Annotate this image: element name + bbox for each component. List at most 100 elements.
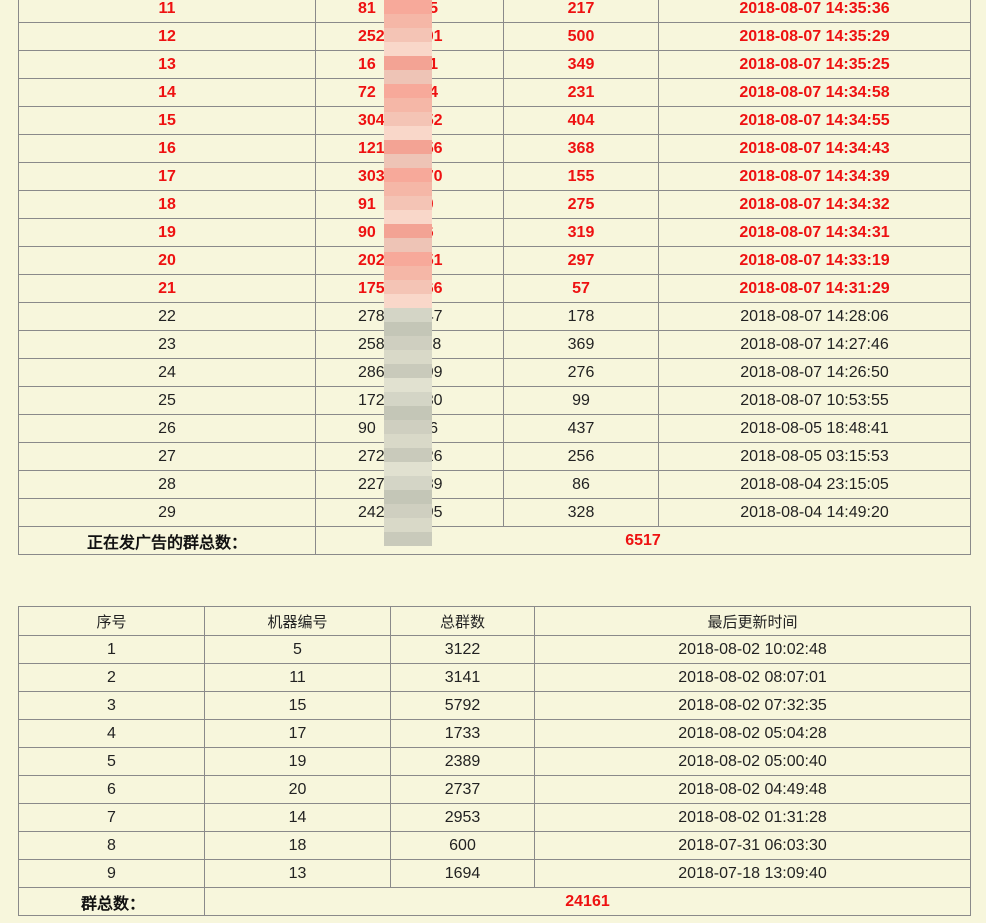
account-id: 172 930 (315, 386, 504, 415)
table-row: 9 13 1694 2018-07-18 13:09:40 (18, 859, 971, 888)
account-id: 91 10 (315, 190, 504, 219)
table-row: 2 11 3141 2018-08-02 08:07:01 (18, 663, 971, 692)
row-number: 13 (18, 50, 316, 79)
last-update-time: 2018-08-02 01:31:28 (534, 803, 971, 832)
last-update-time: 2018-08-02 10:02:48 (534, 635, 971, 664)
row-number: 14 (18, 78, 316, 107)
update-time: 2018-08-04 23:15:05 (658, 470, 971, 499)
machines-total-row: 群总数： 24161 (18, 887, 971, 916)
update-time: 2018-08-07 14:34:58 (658, 78, 971, 107)
table-row: 25 172 930 99 2018-08-07 10:53:55 (18, 386, 971, 415)
account-id: 121 356 (315, 134, 504, 163)
row-number: 5 (18, 747, 205, 776)
group-count: 297 (503, 246, 659, 275)
row-number: 26 (18, 414, 316, 443)
account-id: 227 489 (315, 470, 504, 499)
table-row: 22 278 047 178 2018-08-07 14:28:06 (18, 302, 971, 331)
row-number: 20 (18, 246, 316, 275)
account-id: 258 118 (315, 330, 504, 359)
table-row: 18 91 10 275 2018-08-07 14:34:32 (18, 190, 971, 219)
header-machine-id[interactable]: 机器编号 (204, 606, 391, 636)
row-number: 24 (18, 358, 316, 387)
update-time: 2018-08-07 14:35:29 (658, 22, 971, 51)
machine-id: 11 (204, 663, 391, 692)
update-time: 2018-08-07 14:34:55 (658, 106, 971, 135)
group-count: 328 (503, 498, 659, 527)
update-time: 2018-08-05 18:48:41 (658, 414, 971, 443)
ad-groups-total-label: 正在发广告的群总数： (18, 526, 316, 555)
machine-id: 17 (204, 719, 391, 748)
account-id: 286 399 (315, 358, 504, 387)
row-number: 29 (18, 498, 316, 527)
last-update-time: 2018-08-02 07:32:35 (534, 691, 971, 720)
row-number: 16 (18, 134, 316, 163)
group-count: 276 (503, 358, 659, 387)
table-row: 4 17 1733 2018-08-02 05:04:28 (18, 719, 971, 748)
group-count: 275 (503, 190, 659, 219)
group-count: 404 (503, 106, 659, 135)
group-count: 500 (503, 22, 659, 51)
last-update-time: 2018-08-02 05:04:28 (534, 719, 971, 748)
page: 11 81 495 217 2018-08-07 14:35:36 12 252 591 5… (0, 0, 986, 923)
group-count: 2389 (390, 747, 535, 776)
machine-id: 20 (204, 775, 391, 804)
group-count: 57 (503, 274, 659, 303)
table-row: 20 202 551 297 2018-08-07 14:33:19 (18, 246, 971, 275)
row-number: 1 (18, 635, 205, 664)
table-row: 28 227 489 86 2018-08-04 23:15:05 (18, 470, 971, 499)
update-time: 2018-08-07 14:28:06 (658, 302, 971, 331)
group-count: 3141 (390, 663, 535, 692)
group-count: 3122 (390, 635, 535, 664)
update-time: 2018-08-05 03:15:53 (658, 442, 971, 471)
table-row: 6 20 2737 2018-08-02 04:49:48 (18, 775, 971, 804)
table-row: 29 242 195 328 2018-08-04 14:49:20 (18, 498, 971, 527)
account-id: 90 36 (315, 218, 504, 247)
table-row: 5 19 2389 2018-08-02 05:00:40 (18, 747, 971, 776)
row-number: 8 (18, 831, 205, 860)
update-time: 2018-08-07 14:34:31 (658, 218, 971, 247)
last-update-time: 2018-08-02 08:07:01 (534, 663, 971, 692)
header-group-count[interactable]: 总群数 (390, 606, 535, 636)
row-number: 4 (18, 719, 205, 748)
row-number: 12 (18, 22, 316, 51)
update-time: 2018-08-07 14:35:25 (658, 50, 971, 79)
machines-header-row: 序号 机器编号 总群数 最后更新时间 (18, 606, 971, 636)
update-time: 2018-08-07 14:34:43 (658, 134, 971, 163)
table-row: 1 5 3122 2018-08-02 10:02:48 (18, 635, 971, 664)
group-count: 217 (503, 0, 659, 23)
row-number: 27 (18, 442, 316, 471)
table-row: 8 18 600 2018-07-31 06:03:30 (18, 831, 971, 860)
table-row: 21 175 666 57 2018-08-07 14:31:29 (18, 274, 971, 303)
row-number: 22 (18, 302, 316, 331)
machine-id: 13 (204, 859, 391, 888)
table-row: 24 286 399 276 2018-08-07 14:26:50 (18, 358, 971, 387)
row-number: 2 (18, 663, 205, 692)
machine-id: 15 (204, 691, 391, 720)
ad-groups-table-body: 11 81 495 217 2018-08-07 14:35:36 12 252 591 5… (18, 0, 971, 527)
account-id: 175 666 (315, 274, 504, 303)
machine-id: 18 (204, 831, 391, 860)
table-row: 27 272 526 256 2018-08-05 03:15:53 (18, 442, 971, 471)
table-row: 16 121 356 368 2018-08-07 14:34:43 (18, 134, 971, 163)
account-id: 272 526 (315, 442, 504, 471)
table-row: 3 15 5792 2018-08-02 07:32:35 (18, 691, 971, 720)
group-count: 86 (503, 470, 659, 499)
last-update-time: 2018-07-18 13:09:40 (534, 859, 971, 888)
header-no[interactable]: 序号 (18, 606, 205, 636)
group-count: 2953 (390, 803, 535, 832)
table-row: 12 252 591 500 2018-08-07 14:35:29 (18, 22, 971, 51)
table-row: 26 90 536 437 2018-08-05 18:48:41 (18, 414, 971, 443)
machines-total-label: 群总数： (18, 887, 205, 916)
account-id: 90 536 (315, 414, 504, 443)
header-last-update[interactable]: 最后更新时间 (534, 606, 971, 636)
table-row: 11 81 495 217 2018-08-07 14:35:36 (18, 0, 971, 23)
account-id: 202 551 (315, 246, 504, 275)
account-id: 81 495 (315, 0, 504, 23)
update-time: 2018-08-07 14:33:19 (658, 246, 971, 275)
update-time: 2018-08-07 14:35:36 (658, 0, 971, 23)
account-id: 242 195 (315, 498, 504, 527)
account-id: 72 794 (315, 78, 504, 107)
ad-groups-total-row: 正在发广告的群总数： 6517 (18, 526, 971, 555)
row-number: 11 (18, 0, 316, 23)
group-count: 178 (503, 302, 659, 331)
